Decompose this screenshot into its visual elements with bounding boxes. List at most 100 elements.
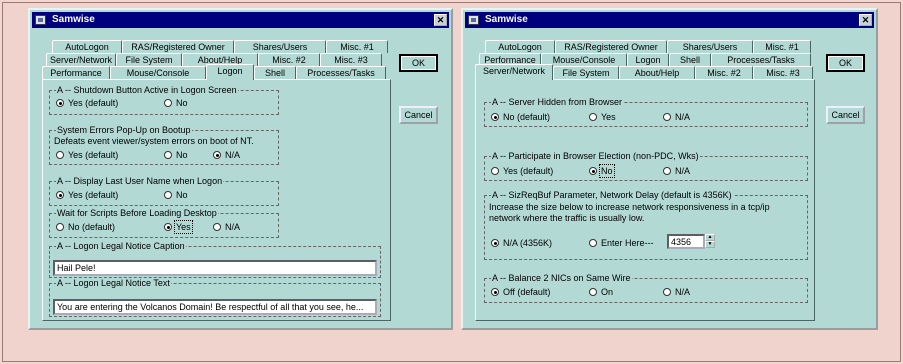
radio-yes[interactable]: Yes <box>589 112 616 122</box>
tab-shell[interactable]: Shell <box>254 66 296 79</box>
radio-label: No (default) <box>503 112 551 122</box>
tab-misc-3[interactable]: Misc. #3 <box>320 53 382 66</box>
radio-yes-default[interactable]: Yes (default) <box>56 190 118 200</box>
group-wait-for-scripts: Wait for Scripts Before Loading Desktop … <box>49 208 279 238</box>
ok-button[interactable]: OK <box>826 54 865 72</box>
group-server-hidden: A -- Server Hidden from Browser No (defa… <box>484 97 808 127</box>
tab-shares-users[interactable]: Shares/Users <box>234 40 326 53</box>
group-system-errors: System Errors Pop-Up on Bootup Defeats e… <box>49 125 279 165</box>
radio-label: Yes (default) <box>68 150 119 160</box>
group-browser-election: A -- Participate in Browser Election (no… <box>484 151 808 181</box>
radio-circle <box>589 167 597 175</box>
radio-no[interactable]: No <box>164 150 188 160</box>
radio-off-default[interactable]: Off (default) <box>491 287 550 297</box>
radio-on[interactable]: On <box>589 287 613 297</box>
radio-circle <box>164 191 172 199</box>
tab-about-help[interactable]: About/Help <box>619 66 695 79</box>
radio-label: No (default) <box>68 222 116 232</box>
group-title: A -- Logon Legal Notice Text <box>56 278 171 288</box>
tab-autologon[interactable]: AutoLogon <box>52 40 122 53</box>
group-title: A -- Balance 2 NICs on Same Wire <box>491 273 632 283</box>
radio-circle <box>56 99 64 107</box>
spin-down-icon[interactable]: ▼ <box>705 241 715 248</box>
title-bar[interactable]: Samwise ✕ <box>32 12 449 28</box>
group-title: A -- Shutdown Button Active in Logon Scr… <box>56 85 238 95</box>
radio-yes-default[interactable]: Yes (default) <box>56 98 118 108</box>
radio-circle <box>164 99 172 107</box>
radio-label: N/A <box>675 166 691 176</box>
samwise-window-right: Samwise ✕ AutoLogon RAS/Registered Owner… <box>461 8 878 330</box>
radio-na[interactable]: N/A <box>663 112 690 122</box>
cancel-button[interactable]: Cancel <box>826 106 865 124</box>
radio-na-4356k[interactable]: N/A (4356K) <box>491 238 552 248</box>
radio-na[interactable]: N/A <box>213 150 240 160</box>
radio-enter-here[interactable]: Enter Here--- <box>589 238 654 248</box>
radio-label: Enter Here--- <box>601 238 654 248</box>
ok-button[interactable]: OK <box>399 54 438 72</box>
radio-circle <box>56 223 64 231</box>
tab-mouse-console[interactable]: Mouse/Console <box>541 53 627 66</box>
legal-text-input[interactable]: You are entering the Volcanos Domain! Be… <box>53 299 377 315</box>
tab-logon[interactable]: Logon <box>627 53 669 66</box>
cancel-button[interactable]: Cancel <box>399 106 438 124</box>
tab-misc-1[interactable]: Misc. #1 <box>753 40 811 53</box>
radio-yes-default[interactable]: Yes (default) <box>56 150 118 160</box>
radio-no-default[interactable]: No (default) <box>56 222 115 232</box>
radio-circle <box>164 223 172 231</box>
group-balance-nics: A -- Balance 2 NICs on Same Wire Off (de… <box>484 273 808 303</box>
tab-misc-1[interactable]: Misc. #1 <box>326 40 388 53</box>
tab-misc-2[interactable]: Misc. #2 <box>695 66 753 79</box>
tab-mouse-console[interactable]: Mouse/Console <box>110 66 206 79</box>
tab-performance[interactable]: Performance <box>42 66 110 79</box>
radio-circle <box>491 167 499 175</box>
radio-yes[interactable]: Yes <box>164 220 193 234</box>
spin-up-icon[interactable]: ▲ <box>705 234 715 241</box>
radio-label: N/A (4356K) <box>503 238 553 248</box>
group-title: A -- Display Last User Name when Logon <box>56 176 224 186</box>
tab-shares-users[interactable]: Shares/Users <box>667 40 753 53</box>
app-icon <box>35 15 46 25</box>
group-title: A -- SizReqBuf Parameter, Network Delay … <box>491 190 733 200</box>
window-title: Samwise <box>485 14 528 25</box>
group-display-last-user: A -- Display Last User Name when Logon Y… <box>49 176 279 206</box>
group-description: Increase the size below to increase netw… <box>489 202 770 212</box>
tab-logon[interactable]: Logon <box>206 64 254 80</box>
radio-label: On <box>601 287 614 297</box>
radio-no[interactable]: No <box>589 164 615 178</box>
tab-server-network[interactable]: Server/Network <box>46 53 116 66</box>
title-bar[interactable]: Samwise ✕ <box>465 12 874 28</box>
radio-no[interactable]: No <box>164 98 188 108</box>
radio-no-default[interactable]: No (default) <box>491 112 550 122</box>
tab-autologon[interactable]: AutoLogon <box>485 40 555 53</box>
close-icon[interactable]: ✕ <box>434 14 447 26</box>
sizreqbuf-spinner[interactable]: ▲ ▼ <box>705 234 715 249</box>
tab-processes-tasks[interactable]: Processes/Tasks <box>711 53 811 66</box>
radio-circle <box>56 191 64 199</box>
radio-circle <box>491 113 499 121</box>
tab-processes-tasks[interactable]: Processes/Tasks <box>296 66 386 79</box>
group-title: System Errors Pop-Up on Bootup <box>56 125 192 135</box>
tab-server-network[interactable]: Server/Network <box>475 64 553 80</box>
radio-label: Yes <box>601 112 616 122</box>
radio-na[interactable]: N/A <box>213 222 240 232</box>
group-legal-notice-text: A -- Logon Legal Notice Text You are ent… <box>49 278 381 317</box>
sizreqbuf-input[interactable]: 4356 <box>667 234 705 249</box>
tab-misc-3[interactable]: Misc. #3 <box>753 66 813 79</box>
radio-label: Off (default) <box>503 287 551 297</box>
legal-caption-input[interactable]: Hail Pele! <box>53 260 377 276</box>
close-icon[interactable]: ✕ <box>859 14 872 26</box>
group-title: A -- Server Hidden from Browser <box>491 97 624 107</box>
tab-ras-registered-owner[interactable]: RAS/Registered Owner <box>555 40 667 53</box>
radio-no[interactable]: No <box>164 190 188 200</box>
radio-na[interactable]: N/A <box>663 166 690 176</box>
radio-yes-default[interactable]: Yes (default) <box>491 166 553 176</box>
tab-file-system[interactable]: File System <box>553 66 619 79</box>
tab-misc-2[interactable]: Misc. #2 <box>258 53 320 66</box>
tab-file-system[interactable]: File System <box>116 53 182 66</box>
group-title: A -- Logon Legal Notice Caption <box>56 241 186 251</box>
tab-shell[interactable]: Shell <box>669 53 711 66</box>
samwise-window-left: Samwise ✕ AutoLogon RAS/Registered Owner… <box>28 8 453 330</box>
tab-ras-registered-owner[interactable]: RAS/Registered Owner <box>122 40 234 53</box>
group-legal-notice-caption: A -- Logon Legal Notice Caption Hail Pel… <box>49 241 381 278</box>
radio-na[interactable]: N/A <box>663 287 690 297</box>
